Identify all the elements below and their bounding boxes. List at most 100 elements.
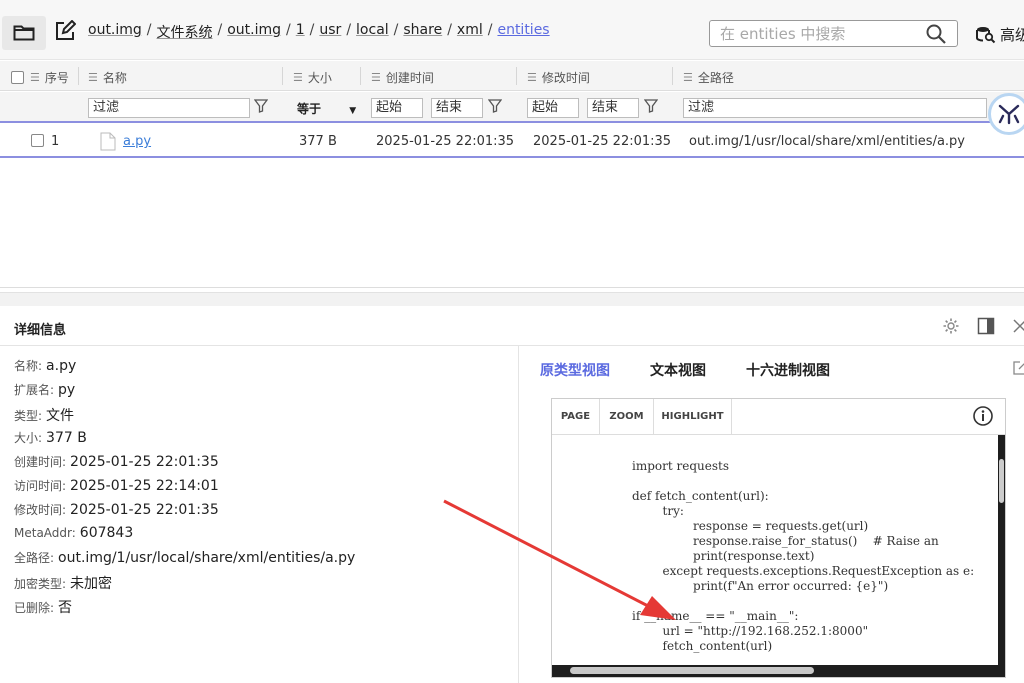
modified-end-input[interactable]: 结束 [587,98,639,118]
info-icon[interactable] [972,405,994,427]
name-filter-input[interactable]: 过滤 [88,98,250,118]
top-toolbar: out.img / 文件系统 / out.img/1/usr / local / share / x… [0,0,1024,60]
row-created: 2025-01-25 22:01:35 [376,134,515,149]
header-label: 序号 [44,71,69,85]
header-fullpath[interactable]: ☰ 全路径 [683,69,734,86]
advanced-label: 高级 [1000,26,1024,44]
breadcrumb-item[interactable]: xml [457,22,483,42]
breadcrumb-separator: / [309,22,315,38]
breadcrumb-separator: / [447,22,452,38]
property-row: 创建时间: 2025-01-25 22:01:35 [14,453,355,477]
modified-start-input[interactable]: 起始 [527,98,579,118]
breadcrumb-separator: / [146,22,152,38]
gear-icon[interactable] [942,317,960,335]
file-name-link[interactable]: a.py [123,134,151,149]
file-icon [100,132,116,151]
property-value: 文件 [46,408,75,424]
property-value: 2025-01-25 22:01:35 [70,502,219,518]
breadcrumb-separator: / [217,22,223,38]
horizontal-scroll-thumb[interactable] [570,667,814,674]
filter-icon[interactable] [488,99,502,113]
edit-button[interactable] [54,19,78,44]
highlight-button[interactable]: HIGHLIGHT [654,399,732,434]
property-row: 已删除: 否 [14,597,355,621]
property-row: 全路径: out.img/1/usr/local/share/xml/entiti… [14,549,355,573]
property-row: 类型: 文件 [14,405,355,429]
search-box [709,20,958,47]
dropdown-arrow-icon: ▼ [349,106,357,116]
select-all-checkbox[interactable] [11,71,24,84]
property-value: 未加密 [70,576,113,592]
property-label: 修改时间: [14,503,67,517]
advanced-search-button[interactable]: 高级 [976,24,1024,45]
search-icon[interactable] [926,24,946,44]
property-row: 加密类型: 未加密 [14,573,355,597]
property-label: 已删除: [14,601,55,615]
page-button[interactable]: PAGE [552,399,600,434]
view-tab[interactable]: 十六进制视图 [746,360,830,380]
code-content: import requests def fetch_content(url): … [632,459,975,653]
breadcrumb-item[interactable]: out.img [227,22,281,42]
breadcrumb-item[interactable]: local [356,22,389,42]
property-value: 2025-01-25 22:01:35 [70,454,219,470]
vertical-scroll-thumb[interactable] [999,459,1004,503]
breadcrumb-item[interactable]: 文件系统 [157,22,213,42]
property-label: 扩展名: [14,383,55,397]
property-value: py [58,382,76,398]
header-name[interactable]: ☰ 名称 [88,69,127,86]
external-link-icon[interactable] [1012,360,1024,376]
header-index[interactable]: ☰ 序号 [11,69,69,86]
property-label: 访问时间: [14,479,67,493]
row-size: 377 B [299,134,337,149]
property-row: 访问时间: 2025-01-25 22:14:01 [14,477,355,501]
breadcrumb-separator: / [286,22,291,38]
edit-icon [56,19,77,40]
column-menu-icon: ☰ [527,71,537,84]
filter-icon[interactable] [254,99,268,113]
breadcrumb-item[interactable]: entities [497,22,549,42]
property-value: 377 B [46,430,87,446]
property-label: 大小: [14,431,43,445]
breadcrumb-item[interactable]: out.img [88,22,142,42]
table-row[interactable]: 1 a.py 377 B 2025-01-25 22:01:35 2025-01… [0,124,1024,158]
breadcrumb-item[interactable]: 1 [296,22,305,42]
property-list: 名称: a.py 扩展名: py 类型: 文件 大小: 377 B 创建时间: 2025-01-2… [14,357,355,621]
code-viewport[interactable]: import requests def fetch_content(url): … [552,435,998,665]
breadcrumb-item[interactable]: usr [319,22,341,42]
breadcrumb-item[interactable]: share [403,22,442,42]
folder-button[interactable] [2,16,46,50]
size-operator-select[interactable]: 等于 ▼ [297,100,356,117]
size-operator-value: 等于 [297,102,322,116]
header-created[interactable]: ☰ 创建时间 [371,69,434,86]
header-label: 修改时间 [541,71,590,85]
search-input[interactable] [720,24,920,44]
view-tab[interactable]: 原类型视图 [540,360,610,380]
property-row: 大小: 377 B [14,429,355,453]
app-logo[interactable] [988,93,1024,135]
header-label: 大小 [307,71,332,85]
panel-toggle-icon[interactable] [977,317,995,335]
header-label: 名称 [102,71,127,85]
view-tab[interactable]: 文本视图 [650,360,706,380]
property-row: 扩展名: py [14,381,355,405]
filter-icon[interactable] [644,99,658,113]
header-modified[interactable]: ☰ 修改时间 [527,69,590,86]
created-start-input[interactable]: 起始 [371,98,423,118]
breadcrumb-separator: / [487,22,493,38]
property-label: MetaAddr: [14,526,76,540]
zoom-button[interactable]: ZOOM [600,399,654,434]
property-label: 名称: [14,359,43,373]
property-value: 607843 [79,525,134,541]
close-icon[interactable] [1012,316,1024,334]
vertical-splitter[interactable] [518,346,519,683]
splitter[interactable] [0,292,1024,306]
created-end-input[interactable]: 结束 [431,98,483,118]
row-checkbox[interactable] [31,134,44,147]
fullpath-filter-input[interactable]: 过滤 [683,98,987,118]
header-size[interactable]: ☰ 大小 [293,69,332,86]
property-value: 2025-01-25 22:14:01 [70,478,219,494]
property-row: 修改时间: 2025-01-25 22:01:35 [14,501,355,525]
column-menu-icon: ☰ [683,71,693,84]
header-label: 全路径 [697,71,734,85]
table-body-empty [0,158,1024,288]
